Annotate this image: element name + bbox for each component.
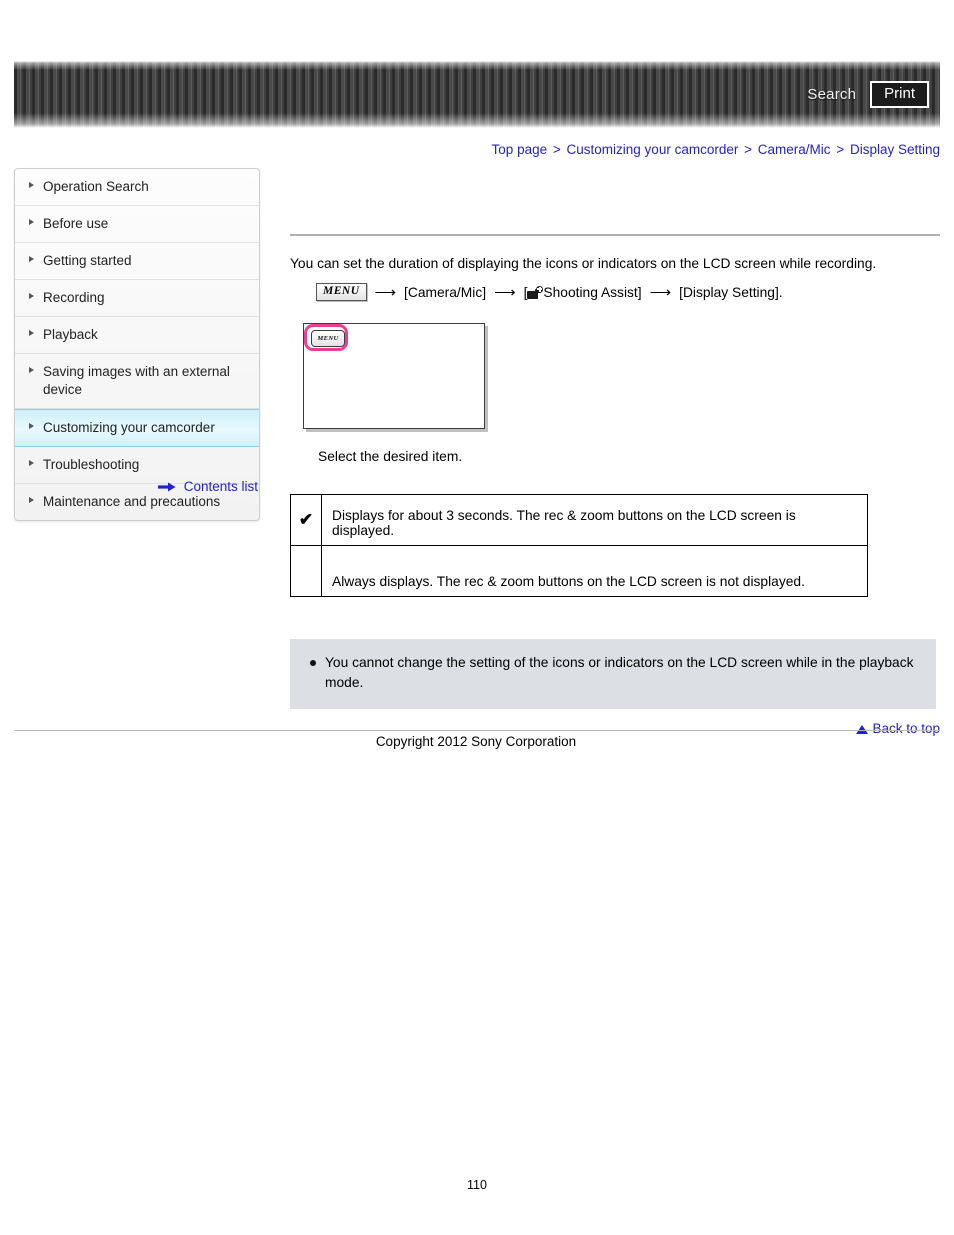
arrow-right-icon: ⟶ bbox=[374, 283, 397, 301]
breadcrumb-separator: > bbox=[836, 142, 845, 157]
selected-checkmark-icon: ✔ bbox=[290, 494, 322, 546]
breadcrumb-item-top-page[interactable]: Top page bbox=[492, 142, 548, 157]
breadcrumb-separator: > bbox=[744, 142, 752, 157]
sidebar-item-label: Operation Search bbox=[43, 179, 149, 194]
sidebar-item-label: Maintenance and precautions bbox=[43, 494, 221, 509]
table-row[interactable]: Always displays. The rec & zoom buttons … bbox=[290, 545, 868, 597]
search-link[interactable]: Search bbox=[807, 86, 856, 103]
chevron-right-icon bbox=[29, 219, 34, 225]
sidebar-item-label: Saving images with an external device bbox=[43, 364, 230, 397]
breadcrumb-item-display-setting: Display Setting bbox=[849, 142, 940, 157]
sidebar-item-playback[interactable]: Playback bbox=[15, 317, 259, 354]
breadcrumb-item-customizing-your-camcorder[interactable]: Customizing your camcorder bbox=[567, 142, 739, 157]
contents-list-link[interactable]: Contents list bbox=[14, 479, 258, 495]
note-list: You cannot change the setting of the ico… bbox=[308, 653, 918, 693]
sidebar-item-getting-started[interactable]: Getting started bbox=[15, 243, 259, 280]
selected-checkmark-placeholder bbox=[290, 545, 322, 597]
sidebar-item-label: Troubleshooting bbox=[43, 457, 140, 472]
chevron-right-icon bbox=[29, 497, 34, 503]
sidebar-item-recording[interactable]: Recording bbox=[15, 280, 259, 317]
chevron-right-icon bbox=[29, 460, 34, 466]
chevron-right-icon bbox=[29, 182, 34, 188]
copyright-text: Copyright 2012 Sony Corporation bbox=[0, 734, 954, 749]
copyright-label: Copyright 2012 Sony Corporation bbox=[375, 734, 577, 749]
note-box: You cannot change the setting of the ico… bbox=[290, 639, 936, 709]
menu-step-display-setting: [Display Setting]. bbox=[679, 284, 783, 300]
sidebar-item-label: Before use bbox=[43, 216, 109, 231]
page-number: 110 bbox=[467, 1178, 487, 1192]
table-row[interactable]: ✔ Displays for about 3 seconds. The rec … bbox=[290, 494, 868, 546]
contents-list-label: Contents list bbox=[183, 479, 258, 494]
menu-step-shooting-assist-group: [Shooting Assist] bbox=[524, 285, 642, 300]
option-description: Always displays. The rec & zoom buttons … bbox=[321, 545, 868, 597]
menu-step-camera-mic: [Camera/Mic] bbox=[404, 284, 487, 300]
sidebar-nav: Operation Search Before use Getting star… bbox=[14, 168, 260, 521]
main-content: You can set the duration of displaying t… bbox=[290, 168, 940, 736]
chevron-right-icon bbox=[29, 256, 34, 262]
menu-step-shooting-assist: Shooting Assist] bbox=[543, 284, 642, 300]
sidebar-item-label: Customizing your camcorder bbox=[43, 420, 215, 435]
lcd-screen-mock: MENU bbox=[303, 323, 485, 429]
option-description: Displays for about 3 seconds. The rec & … bbox=[321, 494, 868, 546]
lcd-menu-button[interactable]: MENU bbox=[311, 330, 345, 347]
chevron-right-icon bbox=[29, 367, 34, 373]
arrow-right-icon: ⟶ bbox=[649, 283, 672, 301]
menu-chip-icon: MENU bbox=[316, 283, 367, 301]
sidebar-item-saving-images-external-device[interactable]: Saving images with an external device bbox=[15, 354, 259, 409]
breadcrumb-separator: > bbox=[552, 142, 561, 157]
sidebar-item-customizing-your-camcorder[interactable]: Customizing your camcorder bbox=[15, 409, 259, 447]
footer-divider bbox=[14, 730, 940, 731]
intro-paragraph: You can set the duration of displaying t… bbox=[290, 256, 877, 271]
content-divider bbox=[290, 234, 940, 236]
sidebar-item-label: Recording bbox=[43, 290, 105, 305]
shooting-assist-camera-icon bbox=[527, 285, 544, 299]
sidebar-item-operation-search[interactable]: Operation Search bbox=[15, 169, 259, 206]
sidebar-item-label: Playback bbox=[43, 327, 98, 342]
sidebar-item-label: Getting started bbox=[43, 253, 132, 268]
print-button[interactable]: Print bbox=[870, 80, 929, 109]
chevron-right-icon bbox=[29, 330, 34, 336]
lcd-screen-figure: MENU bbox=[303, 323, 487, 431]
sidebar-item-before-use[interactable]: Before use bbox=[15, 206, 259, 243]
arrow-right-icon: ⟶ bbox=[494, 283, 516, 301]
breadcrumb: Top page > Customizing your camcorder > … bbox=[492, 142, 940, 157]
arrow-right-icon bbox=[157, 480, 176, 495]
note-list-item: You cannot change the setting of the ico… bbox=[308, 653, 918, 693]
select-item-caption: Select the desired item. bbox=[318, 449, 463, 464]
chevron-right-icon bbox=[29, 293, 34, 299]
breadcrumb-item-camera-mic[interactable]: Camera/Mic bbox=[758, 142, 831, 157]
header-banner: Search Print bbox=[14, 61, 940, 128]
menu-path-instruction: MENU ⟶ [Camera/Mic] ⟶ [Shooting Assist] … bbox=[316, 283, 940, 301]
chevron-right-icon bbox=[29, 423, 34, 429]
options-table: ✔ Displays for about 3 seconds. The rec … bbox=[290, 494, 868, 597]
header-actions: Search Print bbox=[807, 61, 929, 128]
